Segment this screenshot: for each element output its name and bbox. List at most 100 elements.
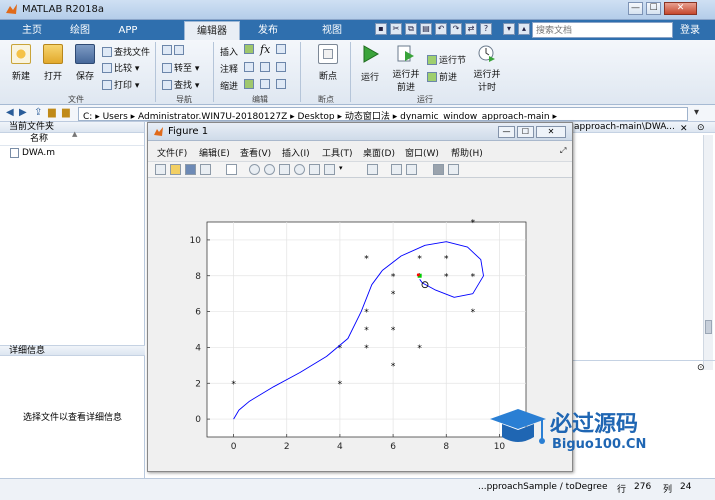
wrap-comment-icon[interactable]	[260, 62, 272, 73]
maximize-button[interactable]: ☐	[646, 2, 661, 15]
editor-close-icon[interactable]: ✕	[680, 124, 688, 134]
watermark: 必过源码 Biguo100.CN	[488, 405, 678, 460]
data-cursor-icon[interactable]	[309, 164, 320, 175]
name-column-header[interactable]: 名称 ▲	[0, 130, 144, 146]
path-segment[interactable]: 动态窗口法	[345, 112, 390, 120]
command-window-menu-icon[interactable]: ⊙	[697, 363, 705, 373]
quick-save-icon[interactable]: ▪	[375, 23, 387, 35]
figure-maximize-button[interactable]: ☐	[517, 126, 534, 138]
figure-menu-file[interactable]: 文件(F)	[157, 146, 187, 159]
zoom-in-icon[interactable]	[249, 164, 260, 175]
figure-menu-help[interactable]: 帮助(H)	[451, 146, 483, 159]
minimize-button[interactable]: —	[628, 2, 643, 15]
path-history-dropdown-icon[interactable]: ▾	[694, 107, 699, 118]
browse-folder-icon[interactable]: ▆	[48, 107, 56, 118]
edit-plot-arrow-icon[interactable]	[226, 164, 237, 175]
quick-access-dropdown-icon[interactable]: ▾	[503, 23, 515, 35]
run-button[interactable]: 运行	[355, 44, 385, 83]
link-plot-icon[interactable]	[367, 164, 378, 175]
path-breadcrumb[interactable]: C: ▸ Users ▸ Administrator.WIN7U-2018012…	[78, 107, 688, 121]
quick-help-icon[interactable]: ?	[480, 23, 492, 35]
save-button[interactable]: 保存	[70, 44, 100, 82]
tab-view[interactable]: 视图	[310, 21, 354, 40]
insert-function-button[interactable]: fx	[260, 43, 270, 56]
insert-legend-icon[interactable]	[406, 164, 417, 175]
search-documentation-input[interactable]	[532, 22, 673, 38]
up-folder-icon[interactable]: ⇪	[34, 107, 42, 118]
path-segment[interactable]: Desktop	[298, 112, 335, 120]
advance-button[interactable]: 前进	[427, 70, 457, 83]
scrollbar-thumb[interactable]	[705, 320, 712, 334]
back-arrow-icon[interactable]: ◀	[6, 107, 14, 118]
indent-button[interactable]: 缩进	[220, 79, 238, 92]
file-list-item[interactable]: DWA.m	[0, 146, 144, 160]
figure-menu-desktop[interactable]: 桌面(D)	[363, 146, 395, 159]
increase-indent-icon[interactable]	[260, 79, 272, 90]
figure-close-button[interactable]: ✕	[536, 126, 566, 138]
tab-plots[interactable]: 绘图	[58, 21, 102, 40]
editor-menu-icon[interactable]: ⊙	[697, 123, 705, 133]
open-file-icon[interactable]	[170, 164, 181, 175]
figure-menu-tools[interactable]: 工具(T)	[322, 146, 353, 159]
zoom-out-icon[interactable]	[264, 164, 275, 175]
breakpoints-button[interactable]: 断点	[309, 44, 347, 82]
forward-arrow-icon[interactable]: ▶	[19, 107, 27, 118]
quick-undo-icon[interactable]: ↶	[435, 23, 447, 35]
run-and-time-button[interactable]: 运行并 计时	[470, 44, 504, 93]
tab-home[interactable]: 主页	[10, 21, 54, 40]
compare-button[interactable]: 比较 ▾	[102, 61, 139, 74]
brush-dropdown-icon[interactable]: ▾	[339, 164, 350, 175]
open-button[interactable]: 打开	[38, 44, 68, 82]
path-segment[interactable]: Administrator.WIN7U-20180127Z	[138, 112, 287, 120]
brush-icon[interactable]	[324, 164, 335, 175]
pan-hand-icon[interactable]	[279, 164, 290, 175]
quick-copy-icon[interactable]: ⧉	[405, 23, 417, 35]
close-button[interactable]: ✕	[664, 2, 697, 15]
print-icon	[102, 80, 112, 90]
goto-button[interactable]: 转至 ▾	[162, 61, 199, 74]
path-segment[interactable]: C:	[83, 112, 92, 120]
figure-menu-insert[interactable]: 插入(I)	[282, 146, 310, 159]
insert-section-icon[interactable]	[244, 44, 256, 55]
find-button[interactable]: 查找 ▾	[162, 78, 199, 91]
find-files-button[interactable]: 查找文件	[102, 45, 150, 58]
tab-apps[interactable]: APP	[106, 21, 150, 40]
show-plot-tools-icon[interactable]	[448, 164, 459, 175]
login-link[interactable]: 登录	[680, 21, 700, 40]
figure-menu-edit[interactable]: 编辑(E)	[199, 146, 230, 159]
uncomment-icon[interactable]	[276, 62, 288, 73]
print-figure-icon[interactable]	[200, 164, 211, 175]
rotate-3d-icon[interactable]	[294, 164, 305, 175]
save-figure-icon[interactable]	[185, 164, 196, 175]
figure-menu-window[interactable]: 窗口(W)	[405, 146, 439, 159]
comment-button[interactable]: 注释	[220, 62, 238, 75]
figure-minimize-button[interactable]: —	[498, 126, 515, 138]
quick-redo-icon[interactable]: ↷	[450, 23, 462, 35]
path-segment[interactable]: Users	[103, 112, 128, 120]
smart-indent-icon[interactable]	[244, 79, 256, 90]
obstacle-marker: *	[338, 380, 343, 390]
quick-switch-icon[interactable]: ⇄	[465, 23, 477, 35]
insert-dropdown-icon[interactable]	[276, 44, 288, 55]
x-tick-label: 6	[390, 442, 396, 452]
tab-editor[interactable]: 编辑器	[184, 21, 240, 40]
path-segment[interactable]: dynamic_window_approach-main	[400, 112, 549, 120]
back-forward-buttons[interactable]	[162, 45, 186, 56]
toolstrip-collapse-icon[interactable]: ▴	[518, 23, 530, 35]
tab-publish[interactable]: 发布	[246, 21, 290, 40]
new-button[interactable]: 新建	[6, 44, 36, 82]
comment-percent-icon[interactable]	[244, 62, 256, 73]
new-figure-icon[interactable]	[155, 164, 166, 175]
quick-paste-icon[interactable]: ▤	[420, 23, 432, 35]
figure-menu-dock-icon[interactable]: ⤢	[560, 146, 566, 156]
insert-colorbar-icon[interactable]	[391, 164, 402, 175]
editor-scrollbar[interactable]	[703, 135, 713, 370]
quick-cut-icon[interactable]: ✂	[390, 23, 402, 35]
hide-plot-tools-icon[interactable]	[433, 164, 444, 175]
print-button[interactable]: 打印 ▾	[102, 78, 139, 91]
insert-button[interactable]: 插入	[220, 45, 238, 58]
run-section-button[interactable]: 运行节	[427, 53, 466, 66]
figure-menu-view[interactable]: 查看(V)	[240, 146, 271, 159]
decrease-indent-icon[interactable]	[276, 79, 288, 90]
run-and-advance-button[interactable]: 运行并 前进	[389, 44, 423, 93]
